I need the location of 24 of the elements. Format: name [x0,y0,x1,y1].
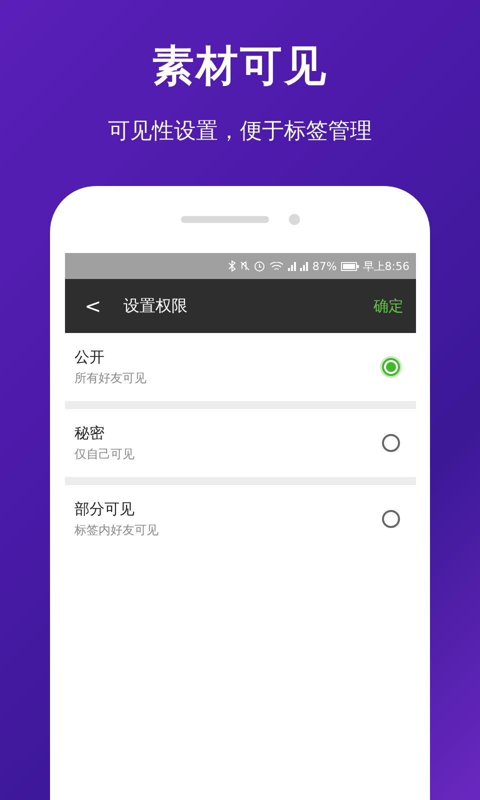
option-description: 所有好友可见 [74,370,148,386]
radio-button[interactable] [382,358,400,376]
status-time: 早上8:56 [362,258,410,274]
option-description: 标签内好友可见 [74,522,160,538]
camera-dot [288,214,300,225]
battery-percent: 87% [312,260,337,272]
bluetooth-icon [228,260,236,272]
option-label: 公开 [74,348,106,366]
subtitle: 可见性设置，便于标签管理 [108,118,372,146]
wifi-icon [269,262,284,270]
signal-icon [288,262,296,270]
battery-icon [340,262,359,270]
signal-icon [300,262,308,270]
radio-button[interactable] [382,434,400,452]
option-label: 秘密 [74,424,106,442]
option-label: 部分可见 [74,500,136,518]
radio-button[interactable] [382,510,400,528]
mute-icon [240,260,250,272]
alarm-icon [254,260,266,272]
page-title: 设置权限 [123,296,188,316]
confirm-button[interactable]: 确定 [374,296,404,316]
headline: 素材可见 [152,40,328,92]
back-button[interactable]: < [84,294,102,318]
option-description: 仅自己可见 [74,446,136,462]
